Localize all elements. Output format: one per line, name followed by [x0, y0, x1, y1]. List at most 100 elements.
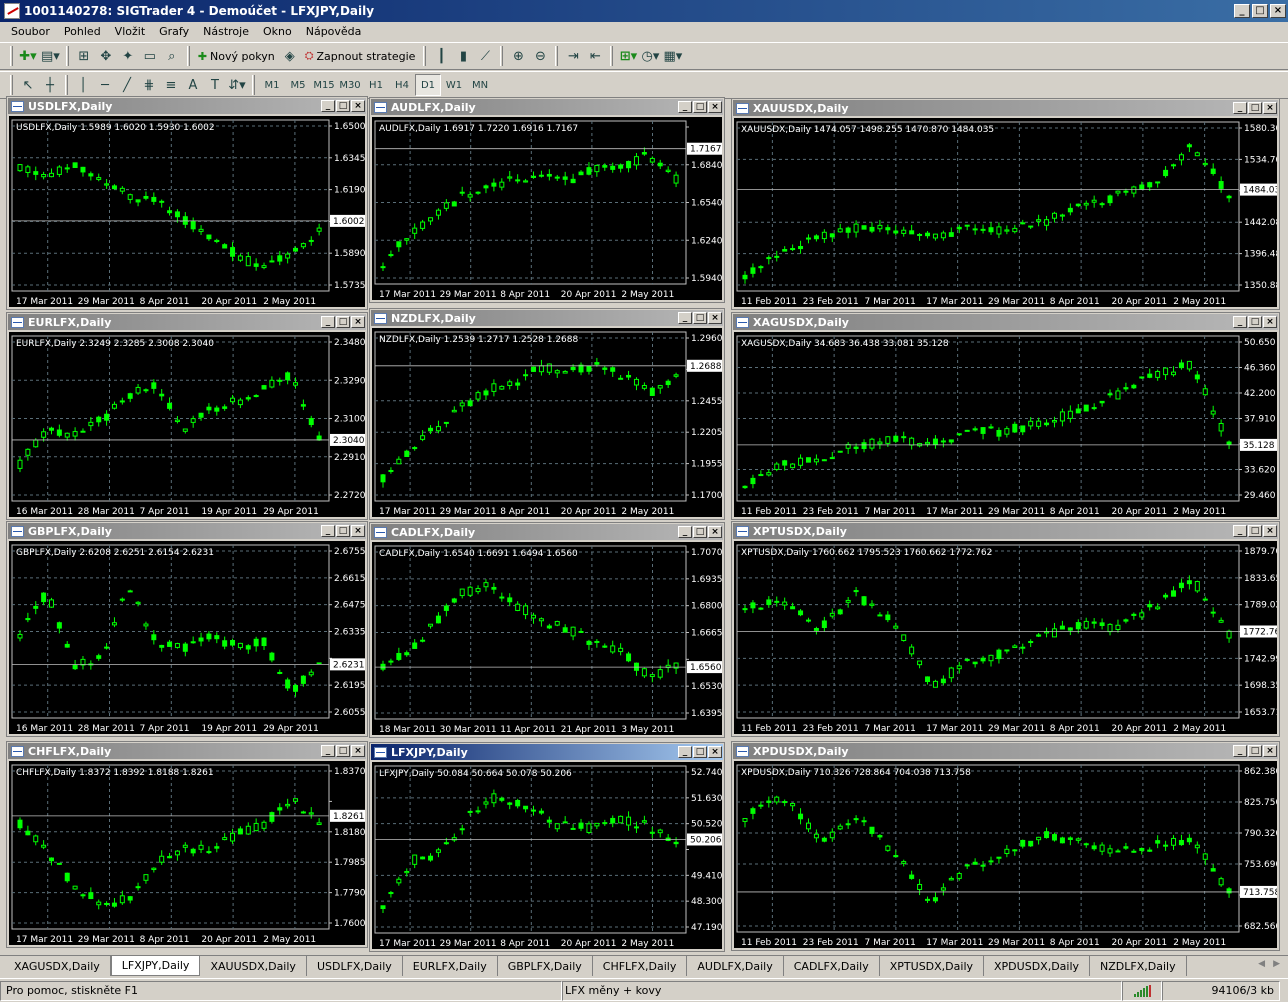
- chart-window-title[interactable]: EURLFX,Daily _ □ ×: [8, 314, 366, 330]
- chart-minimize-button[interactable]: _: [321, 745, 335, 757]
- chart-canvas[interactable]: 2.3480 2.3290 2.3100 2.2910 2.2720 16 Mar 201…: [9, 332, 365, 517]
- text-icon[interactable]: A: [182, 74, 204, 96]
- chart-maximize-button[interactable]: □: [336, 745, 350, 757]
- crosshair-icon[interactable]: ┼: [39, 74, 61, 96]
- chart-maximize-button[interactable]: □: [693, 312, 707, 324]
- menu-pohled[interactable]: Pohled: [57, 25, 108, 38]
- indicators-icon[interactable]: ⊞▾: [617, 45, 639, 67]
- tab-xptusdx[interactable]: XPTUSDX,Daily: [880, 956, 985, 976]
- tab-nzdlfx[interactable]: NZDLFX,Daily: [1090, 956, 1187, 976]
- data-window-icon[interactable]: ✥: [95, 45, 117, 67]
- tab-scroll-right-icon[interactable]: ▶: [1273, 959, 1280, 969]
- tab-cadlfx[interactable]: CADLFX,Daily: [784, 956, 880, 976]
- chart-minimize-button[interactable]: _: [678, 746, 692, 758]
- chart-window-title[interactable]: LFXJPY,Daily _ □ ×: [371, 744, 723, 760]
- chart-window-chflfx[interactable]: CHFLFX,Daily _ □ × 1.8370 1.8180 1.7985 1.7790 1…: [6, 741, 368, 948]
- tab-scroll-left-icon[interactable]: ◀: [1258, 959, 1265, 969]
- chart-window-title[interactable]: CHFLFX,Daily _ □ ×: [8, 743, 366, 759]
- chart-canvas[interactable]: 1.6840 1.6540 1.6240 1.5940 17 Mar 2011 29 Ma…: [372, 117, 722, 300]
- chart-window-xpdusdx[interactable]: XPDUSDX,Daily _□× 862.380 825.750 790.320 753…: [731, 741, 1280, 951]
- chart-maximize-button[interactable]: □: [1248, 525, 1262, 537]
- timeframe-m1[interactable]: M1: [259, 74, 285, 96]
- chart-canvas[interactable]: 1.8370 1.8180 1.7985 1.7790 1.7600 17 Mar 201…: [9, 761, 365, 945]
- chart-close-button[interactable]: ×: [351, 525, 365, 537]
- chart-window-gbplfx[interactable]: GBPLFX,Daily _ □ × 2.6755 2.6615 2.6475 2.6335 2…: [6, 521, 368, 737]
- chart-window-xagusdx[interactable]: XAGUSDX,Daily _ □ × 50.650 46.360 42.200 37.910…: [731, 312, 1280, 520]
- chart-close-button[interactable]: ×: [708, 312, 722, 324]
- chart-close-button[interactable]: ×: [1263, 525, 1277, 537]
- chart-minimize-button[interactable]: _: [1233, 525, 1247, 537]
- periods-icon[interactable]: ◷▾: [639, 45, 661, 67]
- chart-window-nzdlfx[interactable]: NZDLFX,Daily _ □ × 1.2960 1.2455 1.2205 1.1955 1…: [369, 308, 725, 520]
- chart-minimize-button[interactable]: _: [678, 526, 692, 538]
- chart-close-button[interactable]: ×: [708, 101, 722, 113]
- arrows-icon[interactable]: ⇵▾: [226, 74, 248, 96]
- chart-canvas[interactable]: 1.7070 1.6935 1.6800 1.6665 1.6530 1.6395 18 M…: [372, 542, 722, 735]
- tab-xauusdx[interactable]: XAUUSDX,Daily: [200, 956, 307, 976]
- chart-window-title[interactable]: XAUUSDX,Daily _ □ ×: [733, 100, 1278, 116]
- zoom-out-icon[interactable]: ⊖: [529, 45, 551, 67]
- tab-gbplfx[interactable]: GBPLFX,Daily: [498, 956, 593, 976]
- equidistant-channel-icon[interactable]: ≡: [160, 74, 182, 96]
- timeframe-h1[interactable]: H1: [363, 74, 389, 96]
- chart-minimize-button[interactable]: _: [1233, 745, 1247, 757]
- navigator-icon[interactable]: ✦: [117, 45, 139, 67]
- tab-xpdusdx[interactable]: XPDUSDX,Daily: [984, 956, 1091, 976]
- timeframe-m5[interactable]: M5: [285, 74, 311, 96]
- fibonacci-icon[interactable]: ⋕: [138, 74, 160, 96]
- new-chart-icon[interactable]: ✚▾: [17, 45, 39, 67]
- vertical-line-icon[interactable]: │: [72, 74, 94, 96]
- chart-window-title[interactable]: XPDUSDX,Daily _ □ ×: [733, 743, 1278, 759]
- chart-minimize-button[interactable]: _: [678, 101, 692, 113]
- chart-canvas[interactable]: 50.650 46.360 42.200 37.910 33.620 29.460 11 F…: [734, 332, 1277, 517]
- chart-minimize-button[interactable]: _: [678, 312, 692, 324]
- chart-maximize-button[interactable]: □: [336, 525, 350, 537]
- candlestick-icon[interactable]: ▮: [452, 45, 474, 67]
- chart-window-title[interactable]: CADLFX,Daily _ □ ×: [371, 524, 723, 540]
- chart-maximize-button[interactable]: □: [336, 316, 350, 328]
- chart-minimize-button[interactable]: _: [321, 100, 335, 112]
- cursor-icon[interactable]: ↖: [17, 74, 39, 96]
- chart-window-xptusdx[interactable]: XPTUSDX,Daily _□× 1879.70 1833.65 1789.02 174…: [731, 521, 1280, 737]
- chart-minimize-button[interactable]: _: [1233, 316, 1247, 328]
- timeframe-mn[interactable]: MN: [467, 74, 493, 96]
- tab-audlfx[interactable]: AUDLFX,Daily: [687, 956, 784, 976]
- menu-nastroje[interactable]: Nástroje: [196, 25, 256, 38]
- terminal-icon[interactable]: ▭: [139, 45, 161, 67]
- timeframe-w1[interactable]: W1: [441, 74, 467, 96]
- chart-close-button[interactable]: ×: [1263, 102, 1277, 114]
- chart-maximize-button[interactable]: □: [1248, 745, 1262, 757]
- chart-maximize-button[interactable]: □: [693, 101, 707, 113]
- chart-maximize-button[interactable]: □: [1248, 316, 1262, 328]
- chart-minimize-button[interactable]: _: [321, 525, 335, 537]
- chart-close-button[interactable]: ×: [351, 316, 365, 328]
- auto-scroll-icon[interactable]: ⇥: [562, 45, 584, 67]
- market-watch-icon[interactable]: ⊞: [73, 45, 95, 67]
- new-order-button[interactable]: ✚ Nový pokyn: [194, 45, 279, 67]
- tab-chflfx[interactable]: CHFLFX,Daily: [593, 956, 688, 976]
- tab-xagusdx[interactable]: XAGUSDX,Daily: [4, 956, 111, 976]
- tab-eurlfx[interactable]: EURLFX,Daily: [403, 956, 498, 976]
- tab-lfxjpy[interactable]: LFXJPY,Daily: [110, 956, 201, 976]
- chart-window-title[interactable]: XPTUSDX,Daily _ □ ×: [733, 523, 1278, 539]
- timeframe-d1[interactable]: D1: [415, 74, 441, 96]
- menu-napoveda[interactable]: Nápověda: [299, 25, 369, 38]
- toggle-strategies-button[interactable]: ⛭ Zapnout strategie: [301, 45, 420, 67]
- chart-window-lfxjpy[interactable]: LFXJPY,Daily _ □ × 52.740 51.630 50.520 49.410 4…: [369, 742, 725, 952]
- chart-canvas[interactable]: 1.2960 1.2455 1.2205 1.1955 1.1700 17 Mar 201…: [372, 328, 722, 517]
- chart-canvas[interactable]: 1580.30 1534.70 1442.08 1396.48 1350.88 11 Fe…: [734, 118, 1277, 307]
- chart-window-xauusdx[interactable]: XAUUSDX,Daily _□× 1580.30 1534.70 1442.08 139…: [731, 98, 1280, 310]
- timeframe-m15[interactable]: M15: [311, 74, 337, 96]
- chart-window-usdlfx[interactable]: USDLFX,Daily_□×1.65001.63451.61901.60401…: [6, 96, 368, 310]
- chart-minimize-button[interactable]: _: [321, 316, 335, 328]
- menu-vlozit[interactable]: Vložit: [108, 25, 152, 38]
- bar-chart-icon[interactable]: ┃: [430, 45, 452, 67]
- trendline-icon[interactable]: ╱: [116, 74, 138, 96]
- chart-canvas[interactable]: 2.6755 2.6615 2.6475 2.6335 2.6195 2.6055 16 M…: [9, 541, 365, 734]
- chart-close-button[interactable]: ×: [708, 526, 722, 538]
- chart-window-title[interactable]: XAGUSDX,Daily _ □ ×: [733, 314, 1278, 330]
- chart-canvas[interactable]: 1879.70 1833.65 1789.02 1742.99 1698.35 1653.…: [734, 541, 1277, 734]
- chart-close-button[interactable]: ×: [351, 100, 365, 112]
- chart-maximize-button[interactable]: □: [1248, 102, 1262, 114]
- templates-icon[interactable]: ▦▾: [661, 45, 684, 67]
